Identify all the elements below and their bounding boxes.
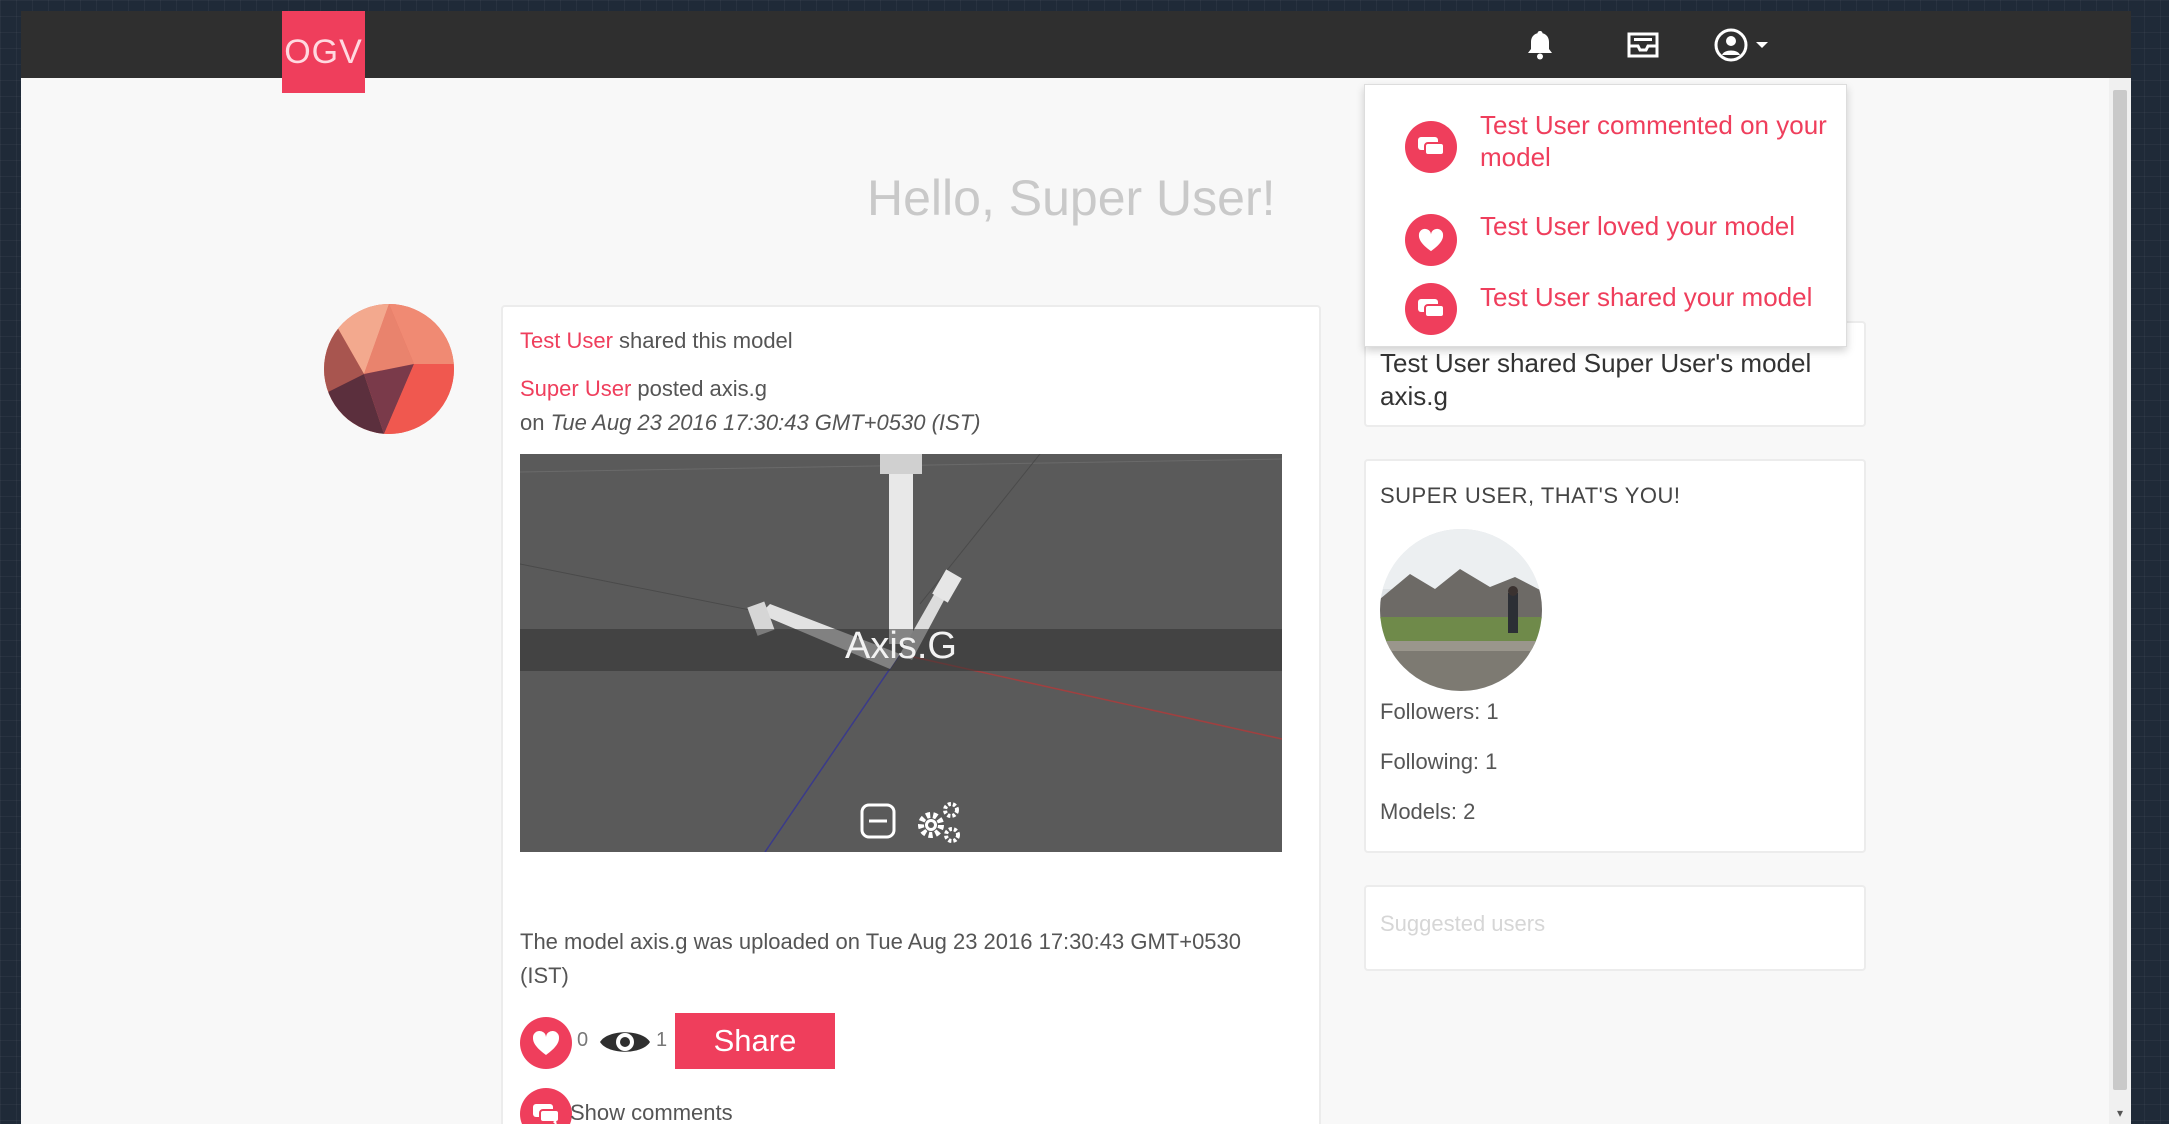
settings-gears-icon[interactable] (914, 799, 964, 850)
notification-item[interactable]: Test User shared your model (1365, 281, 1848, 341)
bell-icon[interactable] (1520, 25, 1560, 65)
heart-icon (1405, 214, 1457, 266)
caret-down-icon[interactable] (1750, 25, 1774, 65)
notification-item[interactable]: Test User loved your model (1365, 210, 1848, 270)
post-date: on Tue Aug 23 2016 17:30:43 GMT+0530 (IS… (520, 410, 980, 436)
inbox-icon[interactable] (1623, 25, 1663, 65)
viewer-title: Axis.G (845, 625, 957, 667)
notification-text: Test User commented on your model (1480, 110, 1827, 172)
date-prefix: on (520, 410, 551, 435)
notification-text: Test User loved your model (1480, 211, 1796, 241)
like-button[interactable] (520, 1017, 572, 1069)
notification-item[interactable]: Test User commented on your model (1365, 109, 1848, 179)
models-count[interactable]: Models: 2 (1380, 799, 1475, 825)
model-description: The model axis.g was uploaded on Tue Aug… (520, 929, 1242, 988)
user-icon[interactable] (1711, 25, 1751, 65)
app-window: OGV ▾ Hello, Super User! Test User share… (21, 11, 2131, 1124)
comment-icon (533, 1104, 560, 1124)
suggested-users-label: Suggested users (1380, 911, 1546, 936)
following-count[interactable]: Following: 1 (1380, 749, 1497, 775)
posted-line: Super User posted axis.g (520, 376, 767, 402)
heart-icon (532, 1030, 560, 1055)
share-button[interactable]: Share (675, 1013, 835, 1069)
profile-card: SUPER USER, THAT'S YOU! Followers: 1 Fol… (1364, 459, 1866, 853)
avatar[interactable] (324, 304, 454, 434)
comment-icon (1405, 283, 1457, 335)
posted-text: posted axis.g (631, 376, 768, 401)
notifications-dropdown: Test User commented on your model Test U… (1364, 84, 1847, 347)
notification-text: Test User shared your model (1480, 282, 1813, 312)
view-count: 1 (656, 1029, 668, 1051)
like-count: 0 (577, 1029, 589, 1051)
show-comments-link[interactable]: Show comments (570, 1100, 733, 1124)
followers-count[interactable]: Followers: 1 (1380, 699, 1499, 725)
page-greeting: Hello, Super User! (867, 170, 1276, 226)
date-value: Tue Aug 23 2016 17:30:43 GMT+0530 (IST) (550, 410, 981, 435)
logo[interactable]: OGV (282, 11, 365, 93)
shared-line: Test User shared this model (520, 328, 793, 354)
shared-text: shared this model (612, 328, 793, 353)
eye-icon (598, 1025, 652, 1064)
comment-icon (1405, 121, 1457, 173)
navbar: OGV (21, 11, 2131, 93)
shared-by-link[interactable]: Test User (520, 328, 613, 353)
profile-photo[interactable] (1380, 529, 1542, 691)
scrollbar[interactable]: ▾ (2109, 78, 2131, 1124)
suggested-users-card: Suggested users (1364, 885, 1866, 971)
scroll-thumb[interactable] (2113, 90, 2127, 1090)
activity-text: Test User shared Super User's model axis… (1380, 348, 1812, 411)
scroll-down-arrow-icon[interactable]: ▾ (2113, 1106, 2127, 1120)
model-viewer[interactable]: Axis.G (520, 454, 1282, 852)
profile-title: SUPER USER, THAT'S YOU! (1380, 483, 1681, 508)
fullscreen-toggle-icon[interactable] (858, 801, 898, 846)
poster-link[interactable]: Super User (520, 376, 631, 401)
